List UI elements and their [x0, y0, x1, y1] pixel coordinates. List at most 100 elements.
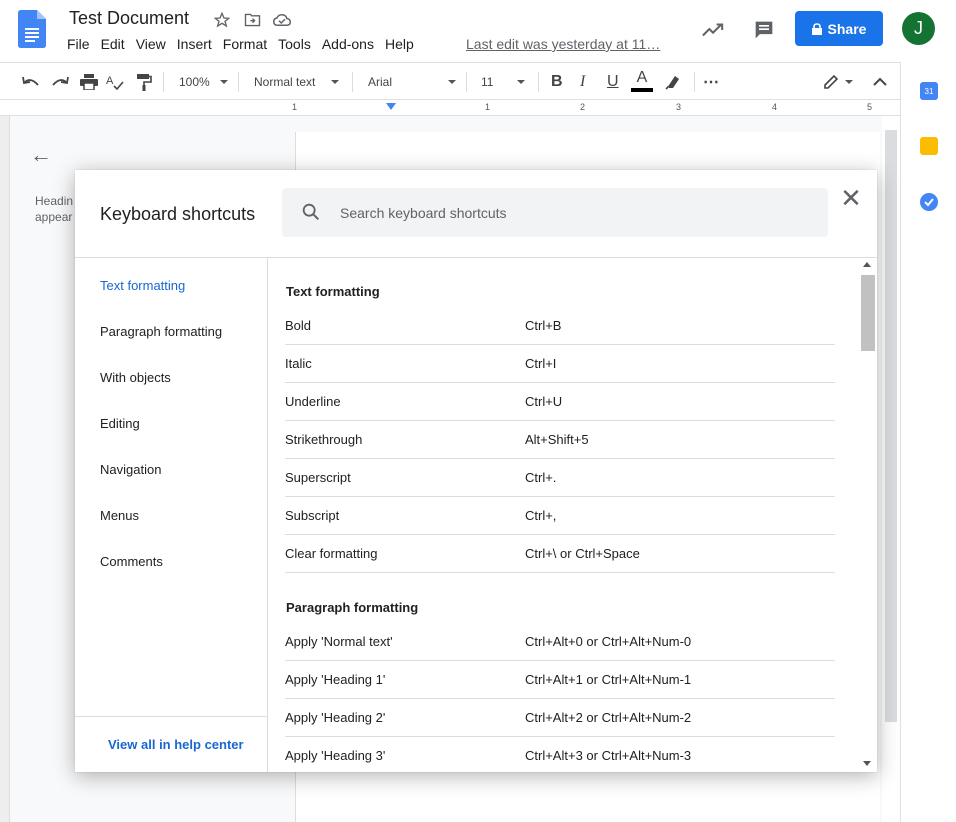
shortcut-keys: Ctrl+. — [525, 470, 557, 485]
font-size-value: 11 — [481, 75, 494, 89]
highlight-icon[interactable] — [665, 71, 681, 93]
menu-format[interactable]: Format — [223, 36, 267, 52]
close-icon[interactable]: ✕ — [839, 185, 863, 211]
dialog-scrollbar-thumb[interactable] — [861, 275, 875, 351]
chevron-up-icon[interactable] — [873, 71, 887, 93]
menu-addons[interactable]: Add-ons — [322, 36, 374, 52]
print-icon[interactable] — [80, 71, 98, 93]
account-avatar[interactable]: J — [902, 12, 935, 45]
nav-navigation[interactable]: Navigation — [100, 462, 161, 477]
shortcut-row: Superscript Ctrl+. — [285, 459, 835, 497]
redo-icon[interactable] — [51, 71, 69, 93]
page-scrollbar-thumb[interactable] — [885, 130, 897, 722]
toolbar: A 100% Normal text Arial 11 B I U A ⋯ — [0, 62, 900, 100]
shortcut-keys: Ctrl+Alt+3 or Ctrl+Alt+Num-3 — [525, 748, 692, 763]
text-color-button[interactable]: A — [631, 69, 653, 95]
horizontal-ruler[interactable]: 1 1 2 3 4 5 — [0, 100, 900, 116]
ruler-number: 4 — [772, 102, 778, 112]
chevron-down-icon — [448, 80, 456, 84]
keep-icon[interactable] — [920, 137, 938, 155]
nav-with-objects[interactable]: With objects — [100, 370, 171, 385]
comments-icon[interactable] — [752, 18, 776, 42]
zoom-select[interactable]: 100% — [179, 71, 228, 93]
ruler-number: 5 — [867, 102, 873, 112]
font-value: Arial — [368, 75, 393, 89]
underline-button[interactable]: U — [607, 71, 619, 93]
dialog-scrollbar[interactable] — [859, 258, 877, 772]
tasks-icon[interactable] — [920, 193, 938, 211]
shortcuts-list: Text formatting Bold Ctrl+B Italic Ctrl+I … — [269, 258, 859, 772]
more-options-button[interactable]: ⋯ — [703, 71, 719, 93]
page-scrollbar[interactable] — [882, 116, 900, 822]
nav-text-formatting[interactable]: Text formatting — [100, 278, 185, 293]
search-input[interactable] — [340, 202, 800, 224]
menu-help[interactable]: Help — [385, 36, 414, 52]
search-icon — [302, 203, 320, 221]
title-icons — [212, 10, 292, 30]
font-size-select[interactable]: 11 — [481, 71, 525, 93]
shortcut-keys: Ctrl+Alt+2 or Ctrl+Alt+Num-2 — [525, 710, 692, 725]
shortcut-row: Strikethrough Alt+Shift+5 — [285, 421, 835, 459]
scroll-up-icon[interactable] — [863, 262, 871, 267]
shortcut-name: Apply 'Heading 3' — [285, 748, 386, 763]
document-title[interactable]: Test Document — [69, 8, 189, 29]
move-folder-icon[interactable] — [242, 10, 262, 30]
shortcut-name: Superscript — [285, 470, 351, 485]
shortcut-keys: Ctrl+, — [525, 508, 557, 523]
cloud-status-icon[interactable] — [272, 10, 292, 30]
italic-button[interactable]: I — [580, 71, 585, 93]
search-box[interactable] — [282, 188, 828, 237]
menu-view[interactable]: View — [136, 36, 166, 52]
menu-tools[interactable]: Tools — [278, 36, 311, 52]
docs-logo-icon[interactable] — [18, 10, 46, 48]
shortcut-name: Clear formatting — [285, 546, 378, 561]
lock-icon — [811, 22, 822, 35]
last-edit-link[interactable]: Last edit was yesterday at 11… — [466, 36, 660, 52]
activity-dashboard-icon[interactable] — [701, 18, 725, 42]
ruler-number: 2 — [580, 102, 586, 112]
shortcut-row: Apply 'Heading 2' Ctrl+Alt+2 or Ctrl+Alt+… — [285, 699, 835, 737]
star-icon[interactable] — [212, 10, 232, 30]
ruler-number: 1 — [485, 102, 491, 112]
indent-marker[interactable] — [386, 103, 396, 110]
undo-icon[interactable] — [22, 71, 40, 93]
shortcut-row: Apply 'Normal text' Ctrl+Alt+0 or Ctrl+Al… — [285, 623, 835, 661]
shortcut-keys: Alt+Shift+5 — [525, 432, 589, 447]
scroll-down-icon[interactable] — [863, 761, 871, 766]
shortcut-name: Apply 'Heading 2' — [285, 710, 386, 725]
nav-editing[interactable]: Editing — [100, 416, 140, 431]
shortcut-row: Apply 'Heading 1' Ctrl+Alt+1 or Ctrl+Alt+… — [285, 661, 835, 699]
nav-footer-divider — [75, 716, 268, 717]
menu-insert[interactable]: Insert — [177, 36, 212, 52]
back-arrow-icon[interactable]: ← — [30, 142, 52, 168]
font-select[interactable]: Arial — [368, 71, 456, 93]
menu-edit[interactable]: Edit — [101, 36, 125, 52]
help-center-link[interactable]: View all in help center — [108, 737, 244, 752]
paint-format-icon[interactable] — [136, 71, 152, 93]
vertical-ruler[interactable] — [0, 116, 10, 822]
toolbar-divider — [694, 72, 695, 92]
toolbar-divider — [238, 72, 239, 92]
nav-comments[interactable]: Comments — [100, 554, 163, 569]
style-select[interactable]: Normal text — [254, 71, 340, 93]
nav-paragraph-formatting[interactable]: Paragraph formatting — [100, 324, 222, 339]
shortcut-row: Italic Ctrl+I — [285, 345, 835, 383]
shortcut-name: Apply 'Normal text' — [285, 634, 393, 649]
side-panel: 31 — [900, 62, 956, 822]
menu-file[interactable]: File — [67, 36, 90, 52]
shortcut-name: Italic — [285, 356, 312, 371]
shortcut-row: Apply 'Heading 3' Ctrl+Alt+3 or Ctrl+Alt+… — [285, 737, 835, 772]
toolbar-divider — [538, 72, 539, 92]
bold-button[interactable]: B — [551, 71, 563, 93]
shortcut-keys: Ctrl+Alt+0 or Ctrl+Alt+Num-0 — [525, 634, 692, 649]
shortcut-row: Clear formatting Ctrl+\ or Ctrl+Space — [285, 535, 835, 573]
calendar-icon[interactable]: 31 — [920, 82, 938, 100]
dialog-title: Keyboard shortcuts — [100, 204, 256, 224]
toolbar-divider — [163, 72, 164, 92]
editing-mode-button[interactable] — [823, 71, 853, 93]
nav-menus[interactable]: Menus — [100, 508, 139, 523]
shortcut-row: Underline Ctrl+U — [285, 383, 835, 421]
spellcheck-icon[interactable]: A — [106, 71, 124, 93]
ruler-number: 3 — [676, 102, 682, 112]
share-button[interactable]: Share — [795, 11, 883, 46]
